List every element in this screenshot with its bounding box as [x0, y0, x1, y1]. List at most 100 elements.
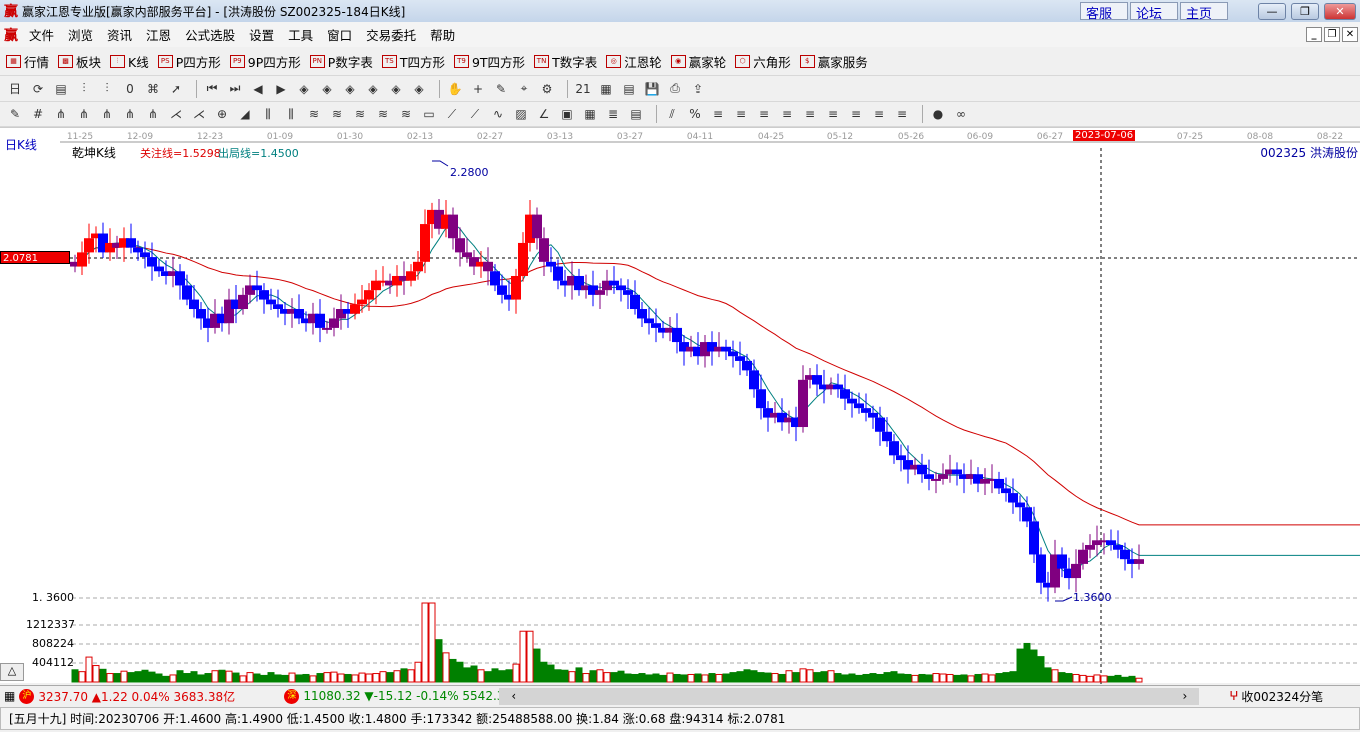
link-icon[interactable]: ⌘: [144, 80, 162, 98]
quote-table-icon[interactable]: ▦: [4, 689, 15, 703]
box-icon[interactable]: ▭: [420, 105, 438, 123]
mdi-close-button[interactable]: ✕: [1342, 27, 1358, 42]
channel-icon[interactable]: ⫽: [663, 105, 681, 123]
ruler6-icon[interactable]: ≡: [824, 105, 842, 123]
scroll-right-button[interactable]: ›: [1183, 689, 1188, 703]
wave3-icon[interactable]: ≋: [351, 105, 369, 123]
toolbar-button[interactable]: ⬡ 六角形: [735, 52, 791, 71]
curve-icon[interactable]: ∿: [489, 105, 507, 123]
shenzhen-index[interactable]: 11080.32 ▼-15.12 -0.14% 5542.38: [303, 689, 499, 703]
toolbar-button[interactable]: P9 9P四方形: [229, 52, 301, 71]
wave2-icon[interactable]: ≋: [328, 105, 346, 123]
export-icon[interactable]: ⇪: [689, 80, 707, 98]
ticker-scrollbar[interactable]: ‹ ›: [499, 687, 1200, 705]
toolbar-button[interactable]: ◎ 江恩轮: [606, 52, 662, 71]
menu-item[interactable]: 帮助: [423, 25, 462, 44]
book-icon[interactable]: ▤: [620, 80, 638, 98]
wave1-icon[interactable]: ≋: [305, 105, 323, 123]
square2-icon[interactable]: ▦: [581, 105, 599, 123]
close-button[interactable]: ✕: [1324, 3, 1356, 20]
toolbar-button[interactable]: PS P四方形: [157, 52, 221, 71]
line1-icon[interactable]: ⟋: [443, 105, 461, 123]
diamond4-icon[interactable]: ◈: [364, 80, 382, 98]
crosshair-icon[interactable]: +: [469, 80, 487, 98]
ruler1-icon[interactable]: ≡: [709, 105, 727, 123]
ruler5-icon[interactable]: ≡: [801, 105, 819, 123]
wave4-icon[interactable]: ≋: [374, 105, 392, 123]
ruler9-icon[interactable]: ≡: [893, 105, 911, 123]
ruler7-icon[interactable]: ≡: [847, 105, 865, 123]
menu-item[interactable]: 设置: [242, 25, 281, 44]
angle-icon[interactable]: ∠: [535, 105, 553, 123]
shanghai-index[interactable]: 3237.70 ▲1.22 0.04% 3683.38亿: [38, 688, 258, 705]
wave5-icon[interactable]: ≋: [397, 105, 415, 123]
fan1-icon[interactable]: ⋌: [167, 105, 185, 123]
ruler3-icon[interactable]: ≡: [755, 105, 773, 123]
refresh-icon[interactable]: ⟳: [29, 80, 47, 98]
period-label[interactable]: 日K线: [5, 136, 37, 153]
split1-icon[interactable]: ⫼: [259, 105, 277, 123]
ruler4-icon[interactable]: ≡: [778, 105, 796, 123]
fork3-icon[interactable]: ⋔: [98, 105, 116, 123]
toolbar-button[interactable]: ⫶ K线: [110, 52, 149, 71]
diamond3-icon[interactable]: ◈: [341, 80, 359, 98]
fork4-icon[interactable]: ⋔: [121, 105, 139, 123]
hatch-icon[interactable]: ▨: [512, 105, 530, 123]
fork2-icon[interactable]: ⋔: [75, 105, 93, 123]
toolbar-button[interactable]: PN P数字表: [309, 52, 373, 71]
ruler8-icon[interactable]: ≡: [870, 105, 888, 123]
menu-item[interactable]: 窗口: [320, 25, 359, 44]
forum-link[interactable]: 论坛: [1130, 2, 1178, 22]
ruler2-icon[interactable]: ≡: [732, 105, 750, 123]
draw-icon[interactable]: ✎: [492, 80, 510, 98]
scroll-left-button[interactable]: ‹: [511, 689, 516, 703]
split2-icon[interactable]: ⫼: [282, 105, 300, 123]
fork5-icon[interactable]: ⋔: [144, 105, 162, 123]
save-icon[interactable]: 💾: [643, 80, 661, 98]
arrow-icon[interactable]: ➚: [167, 80, 185, 98]
customer-service-link[interactable]: 客服: [1080, 2, 1128, 22]
toolbar-button[interactable]: ▩ 板块: [58, 52, 101, 71]
infinity-icon[interactable]: ∞: [952, 105, 970, 123]
line2-icon[interactable]: ⟋: [466, 105, 484, 123]
period-icon[interactable]: 日: [6, 80, 24, 98]
mdi-minimize-button[interactable]: _: [1306, 27, 1322, 42]
menu-item[interactable]: 文件: [22, 25, 61, 44]
menu-item[interactable]: 浏览: [61, 25, 100, 44]
right-icon[interactable]: ▶: [272, 80, 290, 98]
kline-style-icon[interactable]: ⫶: [98, 80, 116, 98]
kline-chart-panel[interactable]: 11-25 12-09 12-23 01-09 01-30 02-13 02-27 03-13…: [0, 127, 1360, 684]
pen-icon[interactable]: ✎: [6, 105, 24, 123]
diamond1-icon[interactable]: ◈: [295, 80, 313, 98]
circle-icon[interactable]: ⊕: [213, 105, 231, 123]
calc-icon[interactable]: ▦: [597, 80, 615, 98]
magnet-icon[interactable]: ⌖: [515, 80, 533, 98]
last-icon[interactable]: ⏭: [226, 80, 244, 98]
first-icon[interactable]: ⏮: [203, 80, 221, 98]
mdi-restore-button[interactable]: ❐: [1324, 27, 1340, 42]
fan2-icon[interactable]: ⋌: [190, 105, 208, 123]
parallel-icon[interactable]: ≣: [604, 105, 622, 123]
toolbar-button[interactable]: T9 9T四方形: [453, 52, 525, 71]
settings-icon[interactable]: ⚙: [538, 80, 556, 98]
zero-icon[interactable]: 0: [121, 80, 139, 98]
menu-item[interactable]: 交易委托: [359, 25, 423, 44]
toolbar-button[interactable]: $ 赢家服务: [799, 52, 868, 71]
kline-chart[interactable]: 11-25 12-09 12-23 01-09 01-30 02-13 02-27 03-13…: [0, 128, 1360, 684]
minimize-button[interactable]: —: [1258, 3, 1286, 20]
doc-icon[interactable]: ▤: [52, 80, 70, 98]
calendar-icon[interactable]: 21: [574, 80, 592, 98]
hand-icon[interactable]: ✋: [446, 80, 464, 98]
gradient-icon[interactable]: ◢: [236, 105, 254, 123]
grid1-icon[interactable]: #: [29, 105, 47, 123]
diamond2-icon[interactable]: ◈: [318, 80, 336, 98]
ball-icon[interactable]: ●: [929, 105, 947, 123]
toolbar-button[interactable]: ▦ 行情: [6, 52, 49, 71]
menu-item[interactable]: 工具: [281, 25, 320, 44]
square1-icon[interactable]: ▣: [558, 105, 576, 123]
fork1-icon[interactable]: ⋔: [52, 105, 70, 123]
left-icon[interactable]: ◀: [249, 80, 267, 98]
indicator-icon[interactable]: ⫶: [75, 80, 93, 98]
percent-icon[interactable]: %: [686, 105, 704, 123]
menu-item[interactable]: 公式选股: [178, 25, 242, 44]
